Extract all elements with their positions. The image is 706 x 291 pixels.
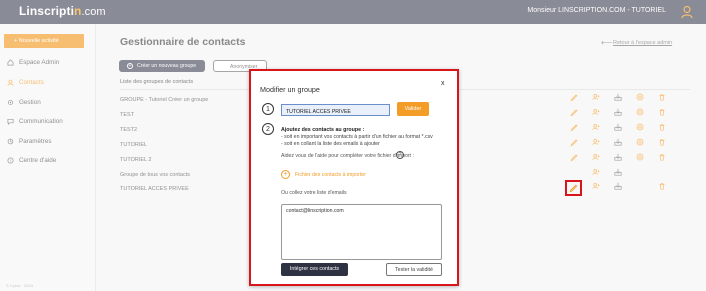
step-2-badge: 2 [262,123,274,135]
add-contacts-instruction: - soit en important vos contacts à parti… [281,134,433,140]
add-file-icon[interactable]: + [281,170,290,179]
add-contacts-title: Ajoutez des contacts au groupe : [281,127,365,133]
emails-textarea[interactable]: contact@linscription.com [281,204,442,260]
modal-title: Modifier un groupe [260,85,320,94]
paste-emails-label: Ou collez votre liste d'emails [281,190,347,196]
test-validity-button[interactable]: Tester la validité [386,263,442,276]
step-1-badge: 1 [262,103,274,115]
close-icon[interactable]: x [441,80,445,87]
group-name-input[interactable] [281,104,390,116]
edit-pencil-icon-highlighted[interactable] [569,183,578,192]
import-help-text: Aidez vous de l'aide pour compléter votr… [281,153,414,159]
import-file-link[interactable]: Fichier des contacts à importer [295,172,366,178]
validate-button[interactable]: Valider [397,102,429,116]
integrate-contacts-button[interactable]: Intégrer ces contacts [281,263,348,276]
edit-group-modal: Modifier un groupe x 1 Valider 2 Ajoutez… [249,69,459,286]
question-icon[interactable]: ? [396,151,404,159]
add-contacts-instruction: - soit en collant la liste des emails à … [281,141,380,147]
